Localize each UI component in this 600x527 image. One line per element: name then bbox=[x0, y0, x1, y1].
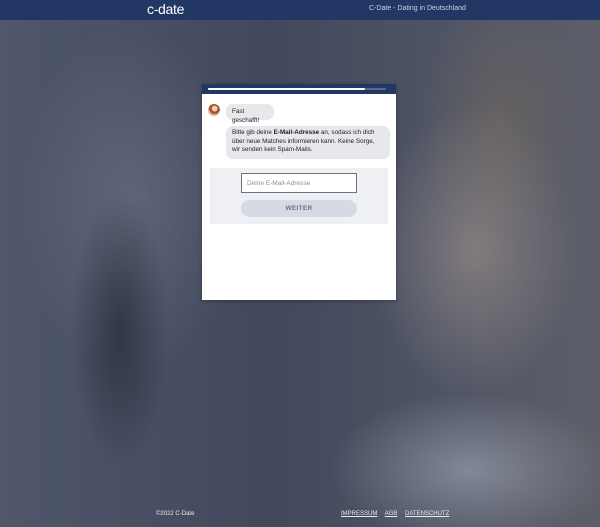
weiter-button[interactable]: WEITER bbox=[241, 200, 357, 217]
progress-bar bbox=[202, 84, 396, 94]
progress-track bbox=[208, 88, 386, 90]
chat-bubble-greeting: Fast geschafft! bbox=[226, 104, 274, 124]
signup-dialog: Fast geschafft! Bitte gib deine E-Mail-A… bbox=[202, 84, 396, 300]
woman-avatar-icon bbox=[208, 104, 220, 116]
progress-fill bbox=[208, 88, 365, 90]
footer-link-agb[interactable]: AGB bbox=[385, 511, 398, 517]
c-date-logo[interactable]: c-date bbox=[147, 1, 184, 17]
footer-link-impressum[interactable]: IMPRESSUM bbox=[341, 511, 377, 517]
footer-copyright: ©2022 C-Date bbox=[156, 511, 195, 517]
footer-link-datenschutz[interactable]: DATENSCHUTZ bbox=[405, 511, 449, 517]
footer-links: IMPRESSUM AGB DATENSCHUTZ bbox=[341, 511, 455, 517]
chat-message-highlight: E-Mail-Adresse bbox=[273, 129, 320, 136]
header-tagline: C-Date - Dating in Deutschland bbox=[369, 5, 466, 12]
email-input[interactable] bbox=[241, 173, 357, 193]
email-form: WEITER bbox=[210, 168, 388, 224]
chat-message-text: Fast geschafft! bbox=[232, 108, 260, 124]
chat-bubble-email-request: Bitte gib deine E-Mail-Adresse an, sodas… bbox=[226, 126, 390, 159]
top-header: c-date C-Date - Dating in Deutschland bbox=[0, 0, 600, 20]
chat-message-text-start: Bitte gib deine bbox=[232, 129, 274, 136]
